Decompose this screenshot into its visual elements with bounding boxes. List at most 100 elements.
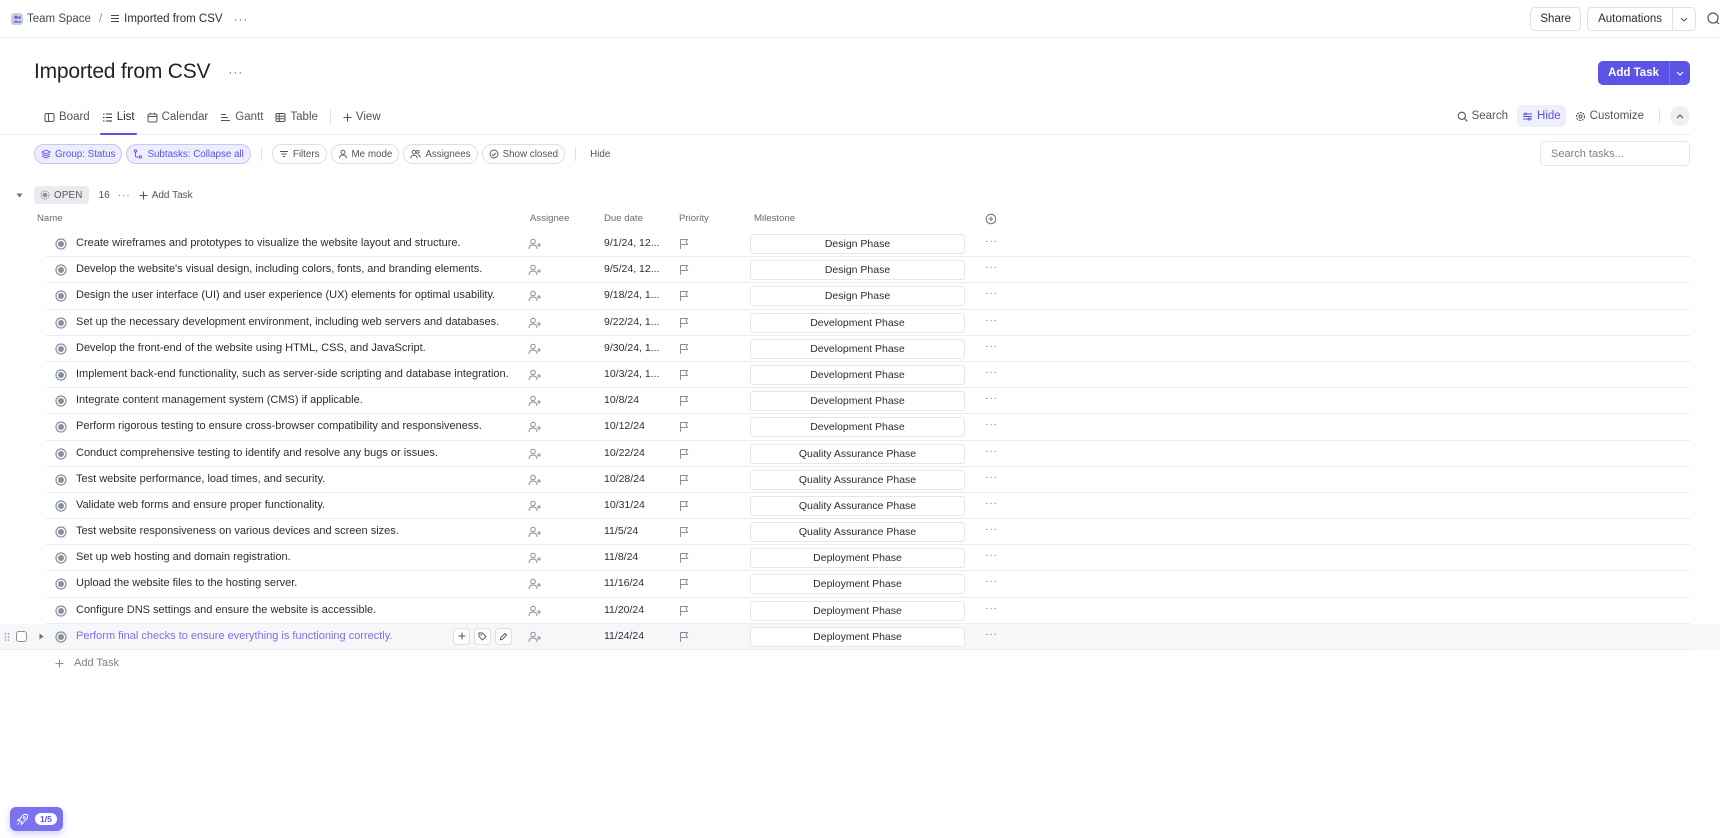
task-status-icon[interactable]	[55, 526, 67, 538]
onboarding-launcher[interactable]: 1/5	[10, 807, 63, 831]
hide-filter-button[interactable]: Hide	[586, 149, 614, 160]
chat-icon[interactable]	[1706, 11, 1720, 27]
filters-chip[interactable]: Filters	[271, 144, 327, 164]
add-assignee-icon[interactable]	[528, 474, 542, 486]
task-row[interactable]: Test website responsiveness on various d…	[0, 519, 1720, 546]
task-more-button[interactable]: ···	[985, 288, 998, 299]
task-more-button[interactable]: ···	[985, 576, 998, 587]
task-milestone[interactable]: Development Phase	[750, 364, 965, 385]
breadcrumb-space[interactable]: Team Space	[11, 12, 91, 25]
task-more-button[interactable]: ···	[985, 419, 998, 430]
priority-flag-icon[interactable]	[679, 343, 689, 355]
task-row[interactable]: Develop the website's visual design, inc…	[0, 257, 1720, 284]
task-status-icon[interactable]	[55, 447, 67, 460]
add-assignee-icon[interactable]	[528, 526, 542, 538]
task-row[interactable]: Implement back-end functionality, such a…	[0, 362, 1720, 389]
task-milestone[interactable]: Development Phase	[750, 391, 965, 412]
column-header-milestone[interactable]: Milestone	[754, 213, 795, 227]
task-more-button[interactable]: ···	[985, 498, 998, 509]
task-due-date[interactable]: 11/24/24	[604, 630, 644, 642]
task-status-icon[interactable]	[55, 552, 67, 564]
task-more-button[interactable]: ···	[985, 472, 998, 483]
task-milestone[interactable]: Design Phase	[750, 286, 965, 307]
priority-flag-icon[interactable]	[679, 474, 689, 486]
collapse-header-button[interactable]	[1670, 106, 1690, 126]
task-more-button[interactable]: ···	[985, 262, 998, 273]
task-name[interactable]: Set up the necessary development environ…	[76, 316, 499, 328]
add-view-button[interactable]: View	[337, 100, 387, 134]
task-status-icon[interactable]	[55, 578, 67, 591]
task-due-date[interactable]: 11/5/24	[604, 525, 638, 537]
search-button[interactable]: Search	[1452, 105, 1513, 127]
task-row[interactable]: Configure DNS settings and ensure the we…	[0, 598, 1720, 625]
add-assignee-icon[interactable]	[528, 343, 542, 355]
group-status-chip[interactable]: Group: Status	[34, 144, 123, 164]
hide-button[interactable]: Hide	[1517, 105, 1566, 127]
task-name[interactable]: Configure DNS settings and ensure the we…	[76, 604, 376, 616]
task-name[interactable]: Validate web forms and ensure proper fun…	[76, 499, 325, 511]
task-more-button[interactable]: ···	[985, 393, 998, 404]
task-due-date[interactable]: 11/20/24	[604, 604, 644, 616]
group-collapse-toggle[interactable]	[12, 193, 26, 198]
add-task-dropdown-button[interactable]	[1670, 61, 1690, 85]
priority-flag-icon[interactable]	[679, 317, 689, 329]
task-milestone[interactable]: Deployment Phase	[750, 574, 965, 595]
add-tag-button[interactable]	[474, 627, 491, 645]
task-row[interactable]: Perform rigorous testing to ensure cross…	[0, 414, 1720, 441]
task-status-icon[interactable]	[55, 264, 67, 276]
task-name[interactable]: Test website performance, load times, an…	[76, 473, 325, 485]
breadcrumb-more-button[interactable]: ···	[234, 12, 249, 26]
tab-gantt[interactable]: Gantt	[214, 100, 269, 134]
task-status-icon[interactable]	[55, 421, 67, 433]
task-name[interactable]: Integrate content management system (CMS…	[76, 394, 363, 406]
task-name[interactable]: Set up web hosting and domain registrati…	[76, 551, 291, 563]
add-assignee-icon[interactable]	[528, 578, 542, 590]
task-row[interactable]: Set up web hosting and domain registrati…	[0, 545, 1720, 572]
breadcrumb-list[interactable]: Imported from CSV	[110, 13, 223, 25]
share-button[interactable]: Share	[1530, 7, 1582, 31]
task-status-icon[interactable]	[55, 369, 67, 381]
add-task-button[interactable]: Add Task	[1598, 61, 1670, 85]
task-due-date[interactable]: 9/30/24, 1...	[604, 342, 659, 354]
task-more-button[interactable]: ···	[985, 603, 998, 614]
task-row[interactable]: Set up the necessary development environ…	[0, 310, 1720, 336]
task-status-icon[interactable]	[55, 474, 67, 486]
automations-dropdown-button[interactable]	[1673, 8, 1695, 30]
priority-flag-icon[interactable]	[679, 448, 689, 460]
priority-flag-icon[interactable]	[679, 395, 689, 407]
subtasks-chip[interactable]: Subtasks: Collapse all	[126, 144, 251, 164]
priority-flag-icon[interactable]	[679, 421, 689, 433]
task-milestone[interactable]: Quality Assurance Phase	[750, 495, 965, 516]
me-mode-chip[interactable]: Me mode	[330, 144, 400, 164]
task-more-button[interactable]: ···	[985, 629, 998, 640]
task-more-button[interactable]: ···	[985, 524, 998, 535]
task-status-icon[interactable]	[55, 343, 67, 355]
column-header-priority[interactable]: Priority	[679, 213, 709, 227]
task-status-icon[interactable]	[55, 395, 67, 407]
add-column-button[interactable]	[985, 213, 997, 225]
caret-right-icon[interactable]	[39, 633, 44, 640]
task-more-button[interactable]: ···	[985, 367, 998, 378]
status-badge[interactable]: OPEN	[34, 186, 89, 204]
task-status-icon[interactable]	[55, 316, 67, 329]
priority-flag-icon[interactable]	[679, 264, 689, 276]
task-milestone[interactable]: Design Phase	[750, 234, 965, 254]
task-due-date[interactable]: 10/3/24, 1...	[604, 368, 659, 380]
task-due-date[interactable]: 9/18/24, 1...	[604, 289, 659, 301]
add-assignee-icon[interactable]	[528, 395, 542, 407]
column-header-due-date[interactable]: Due date	[604, 213, 643, 227]
task-row[interactable]: Design the user interface (UI) and user …	[0, 283, 1720, 310]
task-due-date[interactable]: 9/5/24, 12...	[604, 263, 659, 275]
search-tasks-input[interactable]	[1540, 141, 1690, 166]
task-name[interactable]: Upload the website files to the hosting …	[76, 577, 297, 589]
add-assignee-icon[interactable]	[528, 421, 542, 433]
task-name[interactable]: Perform rigorous testing to ensure cross…	[76, 420, 482, 432]
task-name[interactable]: Perform final checks to ensure everythin…	[76, 630, 393, 642]
tab-calendar[interactable]: Calendar	[141, 100, 215, 134]
add-task-row-button[interactable]: Add Task	[55, 657, 119, 669]
task-name[interactable]: Develop the front-end of the website usi…	[76, 342, 426, 354]
task-more-button[interactable]: ···	[985, 236, 998, 247]
priority-flag-icon[interactable]	[679, 552, 689, 564]
column-header-assignee[interactable]: Assignee	[530, 213, 569, 227]
add-assignee-icon[interactable]	[528, 631, 542, 643]
